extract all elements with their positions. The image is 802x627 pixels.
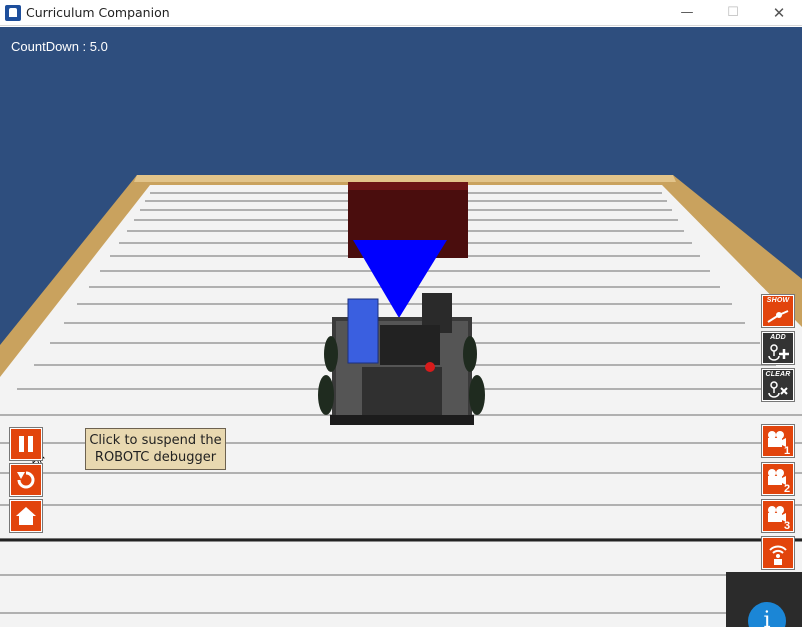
add-icon: [768, 344, 789, 361]
camera-1-button[interactable]: 1: [761, 424, 795, 458]
camera-2-label: 2: [784, 483, 790, 493]
show-path-icon: [767, 310, 789, 323]
clear-button[interactable]: CLEAR: [761, 368, 795, 402]
camera-icon: 3: [768, 506, 790, 530]
close-button[interactable]: ✕: [756, 0, 802, 26]
pause-icon: [19, 436, 33, 452]
camera-3-label: 3: [784, 520, 790, 530]
pause-tooltip: Click to suspend the ROBOTC debugger: [85, 428, 226, 470]
camera-icon: 1: [768, 431, 790, 455]
show-label: SHOW: [766, 297, 790, 304]
wireless-button[interactable]: [761, 536, 795, 570]
reset-icon: [17, 471, 35, 489]
title-bar[interactable]: Curriculum Companion — ☐ ✕: [0, 0, 802, 26]
camera-icon: 2: [768, 469, 790, 493]
info-panel: i: [726, 572, 802, 627]
3d-scene: [0, 27, 802, 627]
minimize-button[interactable]: —: [664, 0, 710, 26]
countdown-label: CountDown : 5.0: [11, 39, 108, 54]
simulation-viewport[interactable]: CountDown : 5.0 Click to suspend the ROB…: [0, 27, 802, 627]
maximize-button[interactable]: ☐: [710, 0, 756, 26]
clear-icon: [768, 381, 788, 398]
window-title: Curriculum Companion: [26, 5, 170, 20]
wifi-icon: [769, 545, 787, 565]
info-icon[interactable]: i: [748, 602, 786, 627]
pause-button[interactable]: [9, 427, 43, 461]
app-window: Curriculum Companion — ☐ ✕ CountDown: 5…: [0, 0, 802, 627]
clear-label: CLEAR: [765, 371, 791, 378]
reset-button[interactable]: [9, 463, 43, 497]
camera-3-button[interactable]: 3: [761, 499, 795, 533]
home-button[interactable]: [9, 499, 43, 533]
camera-2-button[interactable]: 2: [761, 462, 795, 496]
show-path-button[interactable]: SHOW: [761, 294, 795, 328]
app-logo-icon: [5, 5, 21, 21]
home-icon: [16, 507, 36, 525]
tooltip-line-1: Click to suspend the: [89, 433, 222, 448]
robot-battery: [347, 298, 379, 364]
tooltip-line-2: ROBOTC debugger: [94, 450, 217, 465]
add-label: ADD: [770, 334, 786, 341]
add-button[interactable]: ADD: [761, 331, 795, 365]
camera-1-label: 1: [784, 445, 790, 455]
